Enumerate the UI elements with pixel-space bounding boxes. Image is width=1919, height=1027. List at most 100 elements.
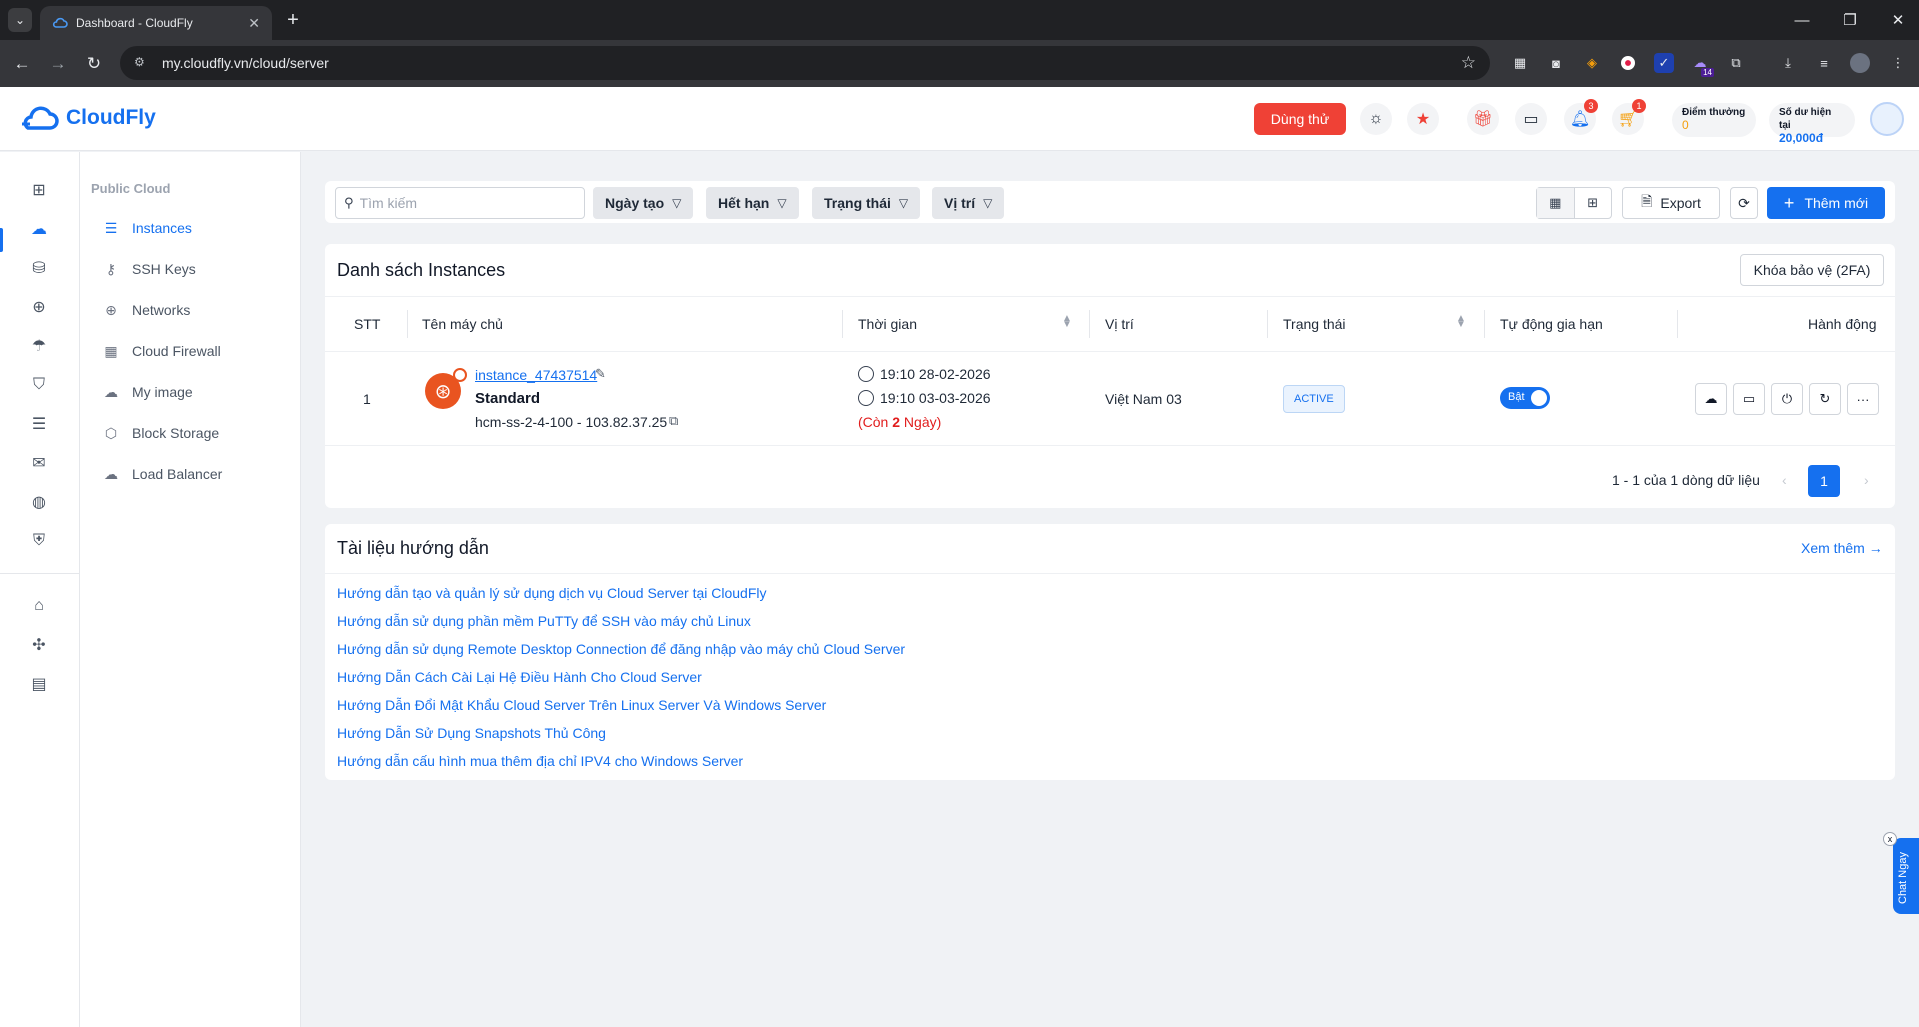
back-icon[interactable]: ←: [10, 52, 34, 76]
sidebar-item-cloud-firewall[interactable]: ▦ Cloud Firewall: [102, 341, 221, 361]
camera-extension-icon[interactable]: ◙: [1546, 53, 1566, 73]
table-view-icon[interactable]: ▦: [1537, 188, 1575, 218]
bookmark-star-icon[interactable]: ☆: [1461, 53, 1476, 73]
sort-time-icon[interactable]: ▲ ▼: [1062, 314, 1072, 330]
doc-link[interactable]: Hướng Dẫn Đổi Mật Khẩu Cloud Server Trên…: [337, 697, 826, 713]
reload-icon[interactable]: ↻: [82, 52, 106, 76]
cloud-icon[interactable]: ☁: [28, 218, 50, 240]
col-header-status[interactable]: Trạng thái: [1283, 316, 1346, 332]
search-input[interactable]: [359, 195, 576, 211]
address-bar[interactable]: ⚙ my.cloudfly.vn/cloud/server ☆: [120, 46, 1490, 80]
console-cloud-button[interactable]: ☁: [1695, 383, 1727, 415]
download-icon[interactable]: ⤓: [1778, 53, 1798, 73]
browser-menu-icon[interactable]: ⋮: [1888, 53, 1908, 73]
filter-created-date[interactable]: Ngày tạo ▽: [593, 187, 694, 219]
qr-extension-icon[interactable]: ▦: [1510, 53, 1530, 73]
extension-orange-icon[interactable]: ◈: [1582, 53, 1602, 73]
restart-icon: ↻: [1819, 391, 1831, 406]
account-balance[interactable]: Số dư hiện tại 20,000đ: [1769, 103, 1855, 145]
gift-icon[interactable]: 🎁︎: [1467, 103, 1499, 135]
user-avatar[interactable]: [1870, 102, 1904, 136]
filter-location[interactable]: Vị trí ▽: [932, 187, 1005, 219]
chat-close-icon[interactable]: x: [1883, 832, 1897, 846]
database-icon[interactable]: ⛁: [28, 257, 50, 279]
vietnam-flag-icon[interactable]: ★: [1407, 103, 1439, 135]
sidebar-item-load-balancer[interactable]: ☁ Load Balancer: [102, 464, 222, 484]
notification-bell-icon[interactable]: 🔔︎ 3: [1564, 99, 1598, 135]
restore-icon[interactable]: ❐: [1838, 8, 1862, 32]
next-page-icon[interactable]: ›: [1864, 472, 1869, 488]
record-extension-icon[interactable]: [1618, 53, 1638, 73]
col-header-time[interactable]: Thời gian: [858, 316, 917, 332]
theme-sun-icon[interactable]: ☼: [1360, 103, 1392, 135]
globe-network-icon[interactable]: ⊕: [28, 296, 50, 318]
remaining-count: 2: [892, 414, 901, 430]
pagination-summary: 1 - 1 của 1 dòng dữ liệu: [1612, 472, 1760, 488]
cloud-hosting-icon[interactable]: ☂: [28, 335, 50, 357]
sidebar-item-label: Cloud Firewall: [132, 343, 221, 359]
grid-view-icon[interactable]: ⊞: [1575, 188, 1612, 218]
more-actions-button[interactable]: ···: [1847, 383, 1879, 415]
doc-link[interactable]: Hướng Dẫn Cách Cài Lại Hệ Điều Hành Cho …: [337, 669, 702, 685]
sort-status-icon[interactable]: ▲ ▼: [1456, 314, 1466, 330]
auto-renew-toggle[interactable]: Bật: [1500, 387, 1550, 409]
2fa-lock-button[interactable]: Khóa bảo vệ (2FA): [1740, 254, 1884, 286]
see-more-link[interactable]: Xem thêm →: [1801, 540, 1883, 556]
chat-now-widget[interactable]: Chat Ngay: [1893, 838, 1919, 914]
server-rack-icon[interactable]: ☰: [28, 413, 50, 435]
security-shield-icon[interactable]: ⛨: [28, 530, 50, 552]
check-extension-icon[interactable]: ✓: [1654, 53, 1674, 73]
browser-tab-active[interactable]: Dashboard - CloudFly ✕: [40, 6, 272, 40]
doc-link[interactable]: Hướng Dẫn Sử Dụng Snapshots Thủ Công: [337, 725, 606, 741]
sidebar-item-my-image[interactable]: ☁ My image: [102, 382, 193, 402]
prev-page-icon[interactable]: ‹: [1782, 472, 1787, 488]
add-new-button[interactable]: + Thêm mới: [1767, 187, 1885, 219]
instance-name-link[interactable]: instance_47437514: [475, 367, 597, 383]
cart-icon[interactable]: 🛒︎ 1: [1612, 99, 1646, 135]
page-1-button[interactable]: 1: [1808, 465, 1840, 497]
filter-status[interactable]: Trạng thái ▽: [812, 187, 921, 219]
sidebar-item-networks[interactable]: ⊕ Networks: [102, 300, 190, 320]
shield-icon[interactable]: ⛉: [28, 374, 50, 396]
sidebar-item-ssh-keys[interactable]: ⚷ SSH Keys: [102, 259, 196, 279]
copy-icon[interactable]: ⧉: [669, 413, 678, 429]
refresh-button[interactable]: ⟳: [1730, 187, 1758, 219]
sidebar-item-instances[interactable]: ☰ Instances: [102, 218, 192, 238]
sidebar-item-block-storage[interactable]: ⬡ Block Storage: [102, 423, 219, 443]
search-box[interactable]: ⚲: [335, 187, 585, 219]
window-close-icon[interactable]: ✕: [1886, 8, 1910, 32]
balance-value: 20,000đ: [1779, 131, 1824, 145]
new-tab-icon[interactable]: +: [282, 9, 304, 31]
cloudfly-logo[interactable]: CloudFly: [20, 102, 156, 134]
export-button[interactable]: 🗎︎ Export: [1622, 187, 1720, 219]
trial-button[interactable]: Dùng thử: [1254, 103, 1346, 135]
mail-icon[interactable]: ✉: [28, 452, 50, 474]
doc-link[interactable]: Hướng dẫn sử dụng phần mềm PuTTy để SSH …: [337, 613, 751, 629]
minimize-icon[interactable]: —: [1790, 8, 1814, 32]
restart-button[interactable]: ↻: [1809, 383, 1841, 415]
edit-icon[interactable]: ✎: [595, 366, 606, 382]
extension-badge-icon[interactable]: ☁ 14: [1690, 53, 1714, 77]
tab-close-icon[interactable]: ✕: [248, 15, 260, 32]
tab-search-button[interactable]: ⌄: [8, 8, 32, 32]
forward-icon[interactable]: →: [46, 52, 70, 76]
dashboard-grid-icon[interactable]: ⊞: [28, 179, 50, 201]
reward-points[interactable]: Điểm thưởng 0: [1672, 103, 1756, 137]
monitor-button[interactable]: ▭: [1733, 383, 1765, 415]
docs-card: Tài liệu hướng dẫn Xem thêm → Hướng dẫn …: [325, 524, 1895, 780]
ticket-icon[interactable]: ▭: [1515, 103, 1547, 135]
filter-expiry[interactable]: Hết hạn ▽: [706, 187, 799, 219]
ticket-support-icon[interactable]: ▤: [28, 673, 50, 695]
profile-avatar[interactable]: [1850, 53, 1870, 73]
media-control-icon[interactable]: ≡: [1814, 53, 1834, 73]
www-globe-icon[interactable]: ◍: [28, 491, 50, 513]
home-icon[interactable]: ⌂: [28, 595, 50, 617]
site-info-icon[interactable]: ⚙: [134, 55, 150, 71]
row-divider: [325, 445, 1895, 446]
power-button[interactable]: ⏻: [1771, 383, 1803, 415]
doc-link[interactable]: Hướng dẫn sử dụng Remote Desktop Connect…: [337, 641, 905, 657]
extensions-puzzle-icon[interactable]: ⧉: [1726, 53, 1746, 73]
doc-link[interactable]: Hướng dẫn tạo và quản lý sử dụng dịch vụ…: [337, 585, 767, 601]
affiliate-icon[interactable]: ✣: [28, 634, 50, 656]
doc-link[interactable]: Hướng dẫn cấu hình mua thêm địa chỉ IPV4…: [337, 753, 743, 769]
